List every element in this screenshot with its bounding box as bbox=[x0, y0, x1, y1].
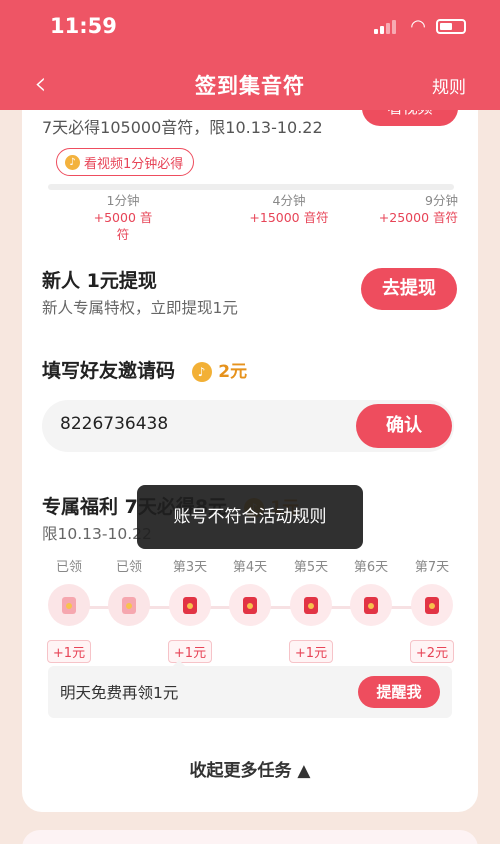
day-item[interactable]: 已领 bbox=[106, 556, 152, 626]
red-envelope-icon bbox=[229, 584, 271, 626]
remind-bar: 明天免费再领1元 提醒我 bbox=[48, 666, 452, 718]
status-bar: 11:59 ◠ bbox=[0, 0, 500, 56]
battery-icon bbox=[436, 19, 466, 34]
task-card: 看视频 7天必得105000音符，限10.13-10.22 ♪ 看视频1分钟必得… bbox=[22, 110, 478, 812]
invite-code-input[interactable] bbox=[60, 414, 300, 434]
invite-title: 填写好友邀请码 bbox=[42, 360, 176, 382]
status-time: 11:59 bbox=[50, 14, 117, 38]
day-item[interactable]: 已领 +1元 bbox=[46, 556, 92, 663]
watch-video-button[interactable]: 看视频 bbox=[362, 110, 458, 126]
red-envelope-icon bbox=[350, 584, 392, 626]
milestone-1: 1分钟 +5000 音符 bbox=[93, 193, 153, 242]
nav-bar: ‹ 签到集音符 规则 bbox=[0, 56, 500, 110]
toast-message: 账号不符合活动规则 bbox=[137, 485, 363, 549]
red-envelope-icon bbox=[169, 584, 211, 626]
day-item[interactable]: 第4天 bbox=[227, 556, 273, 626]
coin-icon: ♪ bbox=[191, 361, 212, 382]
coin-icon: ♪ bbox=[65, 154, 80, 170]
milestone-3: 9分钟 +25000 音符 bbox=[378, 193, 458, 225]
new-user-subtitle: 新人专属特权，立即提现1元 bbox=[42, 299, 238, 317]
signal-icon bbox=[374, 20, 396, 34]
video-task-subtitle: 7天必得105000音符，限10.13-10.22 bbox=[42, 118, 323, 137]
video-progress-track bbox=[48, 184, 454, 190]
new-user-title: 新人 1元提现 bbox=[42, 270, 157, 292]
milestone-2: 4分钟 +15000 音符 bbox=[249, 193, 329, 225]
red-envelope-icon bbox=[290, 584, 332, 626]
checkin-days: 已领 +1元 已领 第3天 +1元 第4天 第5天 +1元 第6天 第7天 +2… bbox=[46, 556, 456, 676]
confirm-button[interactable]: 确认 bbox=[356, 404, 452, 448]
day-item[interactable]: 第5天 +1元 bbox=[288, 556, 334, 663]
collapse-tasks-button[interactable]: 收起更多任务 ▲ bbox=[22, 756, 478, 781]
wifi-icon: ◠ bbox=[410, 16, 426, 37]
day-item[interactable]: 第7天 +2元 bbox=[409, 556, 455, 663]
remind-me-button[interactable]: 提醒我 bbox=[358, 676, 440, 708]
red-envelope-icon bbox=[411, 584, 453, 626]
invite-reward: 2元 bbox=[218, 362, 248, 382]
day-item[interactable]: 第6天 bbox=[348, 556, 394, 626]
red-envelope-icon bbox=[48, 584, 90, 626]
day-item[interactable]: 第3天 +1元 bbox=[167, 556, 213, 663]
video-tip-bubble: ♪ 看视频1分钟必得 bbox=[56, 148, 195, 176]
invite-section: 填写好友邀请码 ♪ 2元 bbox=[42, 356, 247, 383]
rules-link[interactable]: 规则 bbox=[432, 73, 466, 98]
welfare-subtitle: 限10.13-10.22 bbox=[42, 525, 152, 543]
video-tip-text: 看视频1分钟必得 bbox=[84, 156, 184, 172]
next-card bbox=[22, 830, 478, 844]
remind-text: 明天免费再领1元 bbox=[60, 684, 179, 702]
red-envelope-icon bbox=[108, 584, 150, 626]
withdraw-button[interactable]: 去提现 bbox=[361, 268, 457, 310]
page-title: 签到集音符 bbox=[195, 74, 305, 98]
